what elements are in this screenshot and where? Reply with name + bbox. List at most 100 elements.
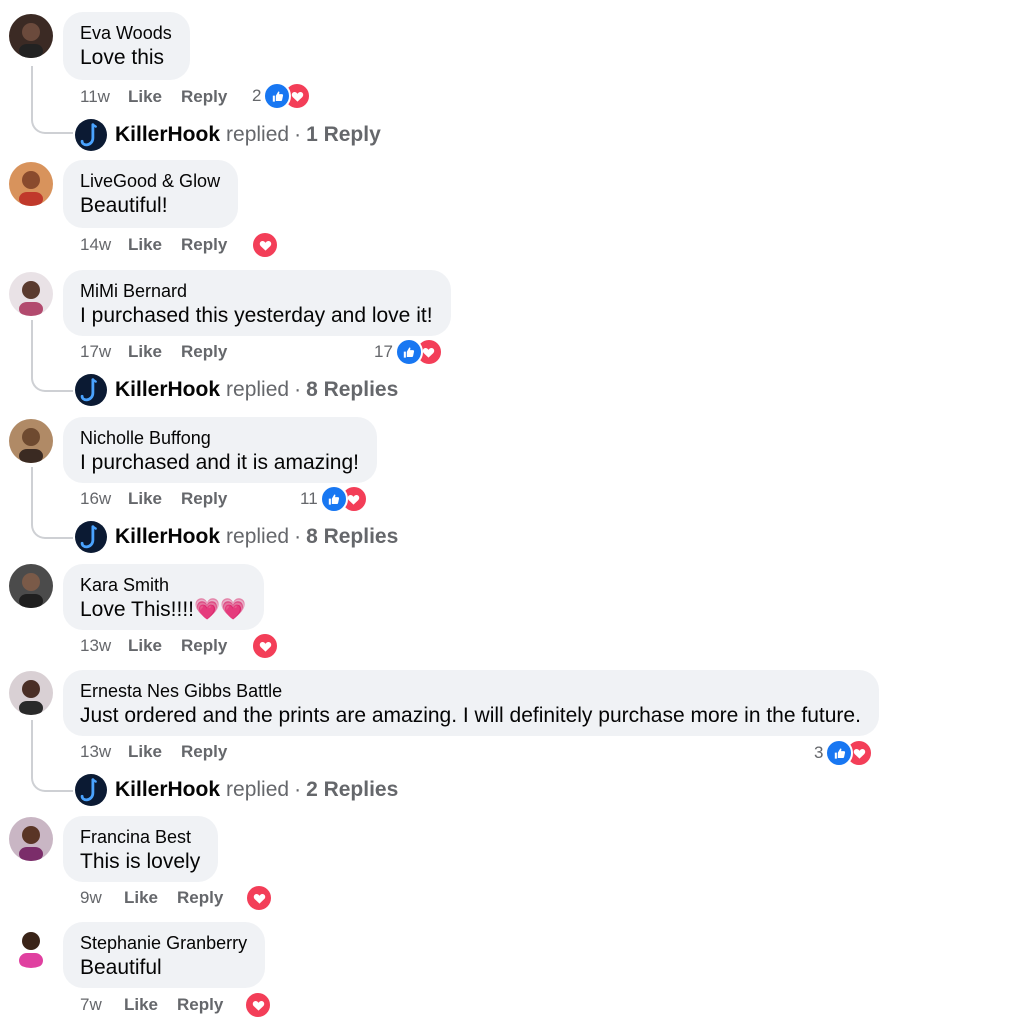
hook-icon [75, 119, 107, 151]
reply-count: 8 Replies [306, 525, 399, 548]
comment-actions: 9w Like Reply [80, 886, 223, 910]
like-button[interactable]: Like [128, 342, 162, 362]
comment-author[interactable]: Nicholle Buffong [80, 427, 359, 450]
comment-author[interactable]: LiveGood & Glow [80, 170, 220, 193]
avatar[interactable] [9, 272, 53, 316]
reply-button[interactable]: Reply [181, 342, 227, 362]
comment-time[interactable]: 16w [80, 489, 128, 509]
comment-time[interactable]: 9w [80, 888, 124, 908]
avatar[interactable] [9, 924, 53, 968]
like-button[interactable]: Like [128, 636, 162, 656]
avatar[interactable] [9, 162, 53, 206]
reaction-summary[interactable] [245, 884, 273, 912]
comment-actions: 13w Like Reply [80, 740, 227, 764]
like-button[interactable]: Like [128, 87, 162, 107]
comment-time[interactable]: 11w [80, 87, 128, 107]
like-button[interactable]: Like [128, 742, 162, 762]
like-button[interactable]: Like [124, 888, 158, 908]
reaction-count: 2 [252, 86, 262, 105]
reply-count: 1 Reply [306, 123, 381, 146]
comment-text: Beautiful [80, 956, 162, 979]
comment-text: Just ordered and the prints are amazing.… [80, 704, 861, 727]
comment-bubble: Stephanie Granberry Beautiful [63, 922, 266, 988]
reaction-count: 3 [814, 743, 824, 762]
reaction-summary[interactable] [251, 632, 279, 660]
reaction-summary[interactable]: 11 [300, 485, 368, 513]
replied-label: replied [226, 525, 290, 548]
comment-author[interactable]: Kara Smith [80, 574, 246, 597]
hook-icon [75, 521, 107, 553]
comment-author[interactable]: Ernesta Nes Gibbs Battle [80, 680, 861, 703]
reply-button[interactable]: Reply [181, 742, 227, 762]
comment-time[interactable]: 17w [80, 342, 128, 362]
thread-connector [31, 467, 73, 539]
page-reply-link[interactable]: KillerHook replied · 8 Replies [75, 520, 398, 554]
reaction-summary[interactable]: 3 [814, 739, 874, 767]
comment-text: Beautiful! [80, 194, 168, 217]
comment-author[interactable]: Stephanie Granberry [80, 932, 247, 955]
reply-button[interactable]: Reply [177, 888, 223, 908]
reaction-count: 11 [300, 489, 318, 508]
comment-text: I purchased this yesterday and love it! [80, 304, 433, 327]
page-reply-link[interactable]: KillerHook replied · 2 Replies [75, 773, 398, 807]
love-icon [245, 884, 273, 912]
comment-text: I purchased and it is amazing! [80, 451, 359, 474]
hook-icon [75, 774, 107, 806]
like-button[interactable]: Like [124, 995, 158, 1015]
reaction-summary[interactable]: 17 [374, 338, 443, 366]
comment-author[interactable]: Eva Woods [80, 22, 172, 45]
reply-count: 8 Replies [306, 378, 399, 401]
avatar[interactable] [9, 564, 53, 608]
thread-connector [31, 66, 73, 134]
avatar[interactable] [9, 419, 53, 463]
reaction-summary[interactable] [251, 231, 279, 259]
avatar[interactable] [9, 14, 53, 58]
like-icon [319, 485, 348, 513]
page-name: KillerHook [115, 778, 221, 801]
separator: · [294, 525, 302, 548]
avatar[interactable] [9, 817, 53, 861]
reaction-count: 17 [374, 342, 393, 361]
replied-label: replied [226, 123, 290, 146]
comment-author[interactable]: Francina Best [80, 826, 200, 849]
comment-time[interactable]: 13w [80, 742, 128, 762]
reply-button[interactable]: Reply [181, 489, 227, 509]
page-reply-link[interactable]: KillerHook replied · 1 Reply [75, 118, 381, 152]
thread-connector [31, 320, 73, 392]
comment-time[interactable]: 14w [80, 235, 128, 255]
comment-bubble: MiMi Bernard I purchased this yesterday … [63, 270, 451, 336]
avatar[interactable] [9, 671, 53, 715]
like-icon [394, 338, 423, 366]
separator: · [294, 778, 302, 801]
comment-bubble: Francina Best This is lovely [63, 816, 219, 882]
comment-time[interactable]: 13w [80, 636, 128, 656]
reply-button[interactable]: Reply [181, 87, 227, 107]
page-name: KillerHook [115, 123, 221, 146]
reply-button[interactable]: Reply [181, 636, 227, 656]
page-reply-link[interactable]: KillerHook replied · 8 Replies [75, 373, 398, 407]
comment-author[interactable]: MiMi Bernard [80, 280, 433, 303]
page-name: KillerHook [115, 378, 221, 401]
comment-text: Love this [80, 46, 165, 69]
love-icon [244, 991, 272, 1019]
comment-actions: 11w Like Reply [80, 85, 227, 109]
separator: · [294, 378, 302, 401]
comment-actions: 16w Like Reply [80, 487, 227, 511]
reply-button[interactable]: Reply [181, 235, 227, 255]
comment-actions: 17w Like Reply [80, 340, 227, 364]
reaction-summary[interactable] [244, 991, 272, 1019]
love-icon [251, 231, 279, 259]
reaction-summary[interactable]: 2 [252, 82, 312, 110]
reply-button[interactable]: Reply [177, 995, 223, 1015]
replied-label: replied [226, 778, 290, 801]
comment-actions: 14w Like Reply [80, 233, 227, 257]
hook-icon [75, 374, 107, 406]
comment-time[interactable]: 7w [80, 995, 124, 1015]
love-icon [251, 632, 279, 660]
comment-bubble: Eva Woods Love this [63, 12, 190, 80]
comment-text: Love This!!!!💗💗 [80, 598, 247, 621]
like-button[interactable]: Like [128, 235, 162, 255]
comment-actions: 13w Like Reply [80, 634, 227, 658]
comment-bubble: Nicholle Buffong I purchased and it is a… [63, 417, 377, 483]
like-button[interactable]: Like [128, 489, 162, 509]
